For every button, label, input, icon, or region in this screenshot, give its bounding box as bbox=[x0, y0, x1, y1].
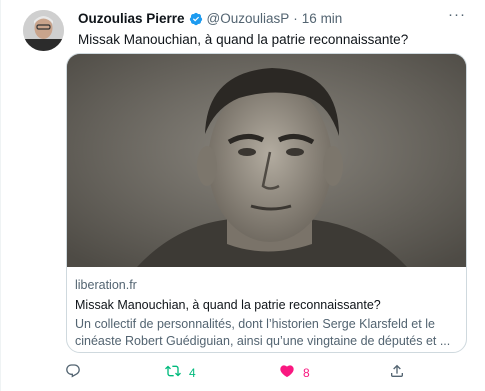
card-description-line: Un collectif de personnalités, dont l’hi… bbox=[75, 317, 435, 331]
card-description-line: cinéaste Robert Guédiguian, ainsi qu’une… bbox=[75, 334, 451, 348]
card-description: Un collectif de personnalités, dont l’hi… bbox=[75, 316, 458, 350]
retweet-icon bbox=[165, 363, 181, 384]
like-icon bbox=[279, 363, 295, 384]
card-body[interactable]: liberation.fr Missak Manouchian, à quand… bbox=[75, 278, 458, 350]
share-icon bbox=[389, 363, 405, 384]
retweet-button[interactable]: 4 bbox=[165, 364, 196, 382]
tweet[interactable]: Ouzoulias Pierre @OuzouliasP · 16 min ··… bbox=[0, 0, 485, 391]
author-handle[interactable]: @OuzouliasP bbox=[207, 11, 290, 26]
like-count: 8 bbox=[303, 366, 310, 380]
card-domain: liberation.fr bbox=[75, 278, 137, 292]
verified-badge-icon bbox=[189, 12, 203, 26]
link-card[interactable]: liberation.fr Missak Manouchian, à quand… bbox=[66, 53, 467, 353]
share-button[interactable] bbox=[389, 364, 405, 382]
tweet-text: Missak Manouchian, à quand la patrie rec… bbox=[78, 32, 409, 47]
reply-button[interactable] bbox=[65, 363, 89, 384]
timestamp[interactable]: 16 min bbox=[302, 11, 343, 26]
avatar[interactable] bbox=[23, 10, 64, 51]
card-title: Missak Manouchian, à quand la patrie rec… bbox=[75, 298, 381, 312]
separator: · bbox=[293, 11, 298, 26]
card-image[interactable] bbox=[67, 54, 466, 267]
more-icon[interactable]: ··· bbox=[447, 7, 467, 26]
like-button[interactable]: 8 bbox=[279, 364, 310, 382]
reply-icon bbox=[65, 363, 81, 384]
retweet-count: 4 bbox=[189, 366, 196, 380]
action-bar: 4 8 bbox=[65, 363, 425, 384]
tweet-header: Ouzoulias Pierre @OuzouliasP · 16 min bbox=[78, 11, 342, 26]
author-name[interactable]: Ouzoulias Pierre bbox=[78, 11, 185, 26]
